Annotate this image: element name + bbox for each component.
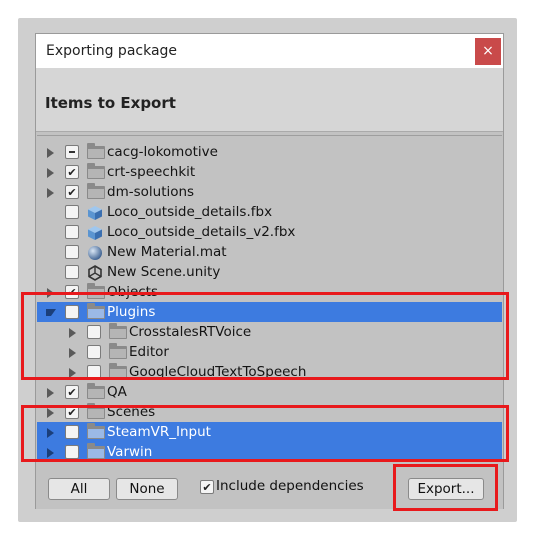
collapsed-arrow-icon[interactable] xyxy=(47,288,54,298)
tree-row[interactable]: cacg-lokomotive xyxy=(37,142,502,162)
tree-item-checkbox[interactable] xyxy=(65,265,79,279)
tree-item-checkbox[interactable] xyxy=(65,165,79,179)
collapsed-arrow-icon[interactable] xyxy=(69,328,76,338)
tree-row[interactable]: QA xyxy=(37,382,502,402)
tree-item-label: Objects xyxy=(107,284,159,300)
collapsed-arrow-icon[interactable] xyxy=(47,188,54,198)
tree-item-checkbox[interactable] xyxy=(87,365,101,379)
folder-icon xyxy=(109,363,127,379)
tree-item-label: SteamVR_Input xyxy=(107,424,211,440)
collapsed-arrow-icon[interactable] xyxy=(47,448,54,458)
select-none-button[interactable]: None xyxy=(116,478,178,500)
export-package-dialog: Exporting package × Items to Export cacg… xyxy=(35,33,504,509)
tree-row[interactable]: Editor xyxy=(37,342,502,362)
tree-item-checkbox[interactable] xyxy=(65,185,79,199)
tree-item-checkbox[interactable] xyxy=(65,145,79,159)
collapsed-arrow-icon[interactable] xyxy=(69,368,76,378)
tree-item-label: CrosstalesRTVoice xyxy=(129,324,252,340)
scene-file-icon xyxy=(87,265,103,281)
folder-icon xyxy=(87,383,105,399)
tree-item-label: QA xyxy=(107,384,127,400)
footer-bar: All None Include dependencies Export... xyxy=(36,461,503,509)
material-file-icon xyxy=(87,245,103,261)
tree-row[interactable]: Objects xyxy=(37,282,502,302)
tree-item-checkbox[interactable] xyxy=(65,205,79,219)
title-bar[interactable]: Exporting package × xyxy=(36,34,503,68)
tree-item-label: New Scene.unity xyxy=(107,264,221,280)
collapsed-arrow-icon[interactable] xyxy=(47,408,54,418)
include-dependencies-label: Include dependencies xyxy=(216,478,364,494)
collapsed-arrow-icon[interactable] xyxy=(47,388,54,398)
model-file-icon xyxy=(87,205,103,221)
folder-icon xyxy=(87,303,105,319)
tree-item-label: Loco_outside_details.fbx xyxy=(107,204,273,220)
tree-row[interactable]: Loco_outside_details.fbx xyxy=(37,202,502,222)
tree-item-label: crt-speechkit xyxy=(107,164,196,180)
export-button[interactable]: Export... xyxy=(408,478,484,500)
close-button[interactable]: × xyxy=(475,38,501,65)
include-dependencies-checkbox[interactable] xyxy=(200,480,214,494)
tree-row[interactable]: SteamVR_Input xyxy=(37,422,502,442)
tree-item-label: dm-solutions xyxy=(107,184,195,200)
collapsed-arrow-icon[interactable] xyxy=(47,428,54,438)
expanded-arrow-icon[interactable] xyxy=(46,309,56,316)
tree-item-checkbox[interactable] xyxy=(65,245,79,259)
tree-item-checkbox[interactable] xyxy=(87,325,101,339)
collapsed-arrow-icon[interactable] xyxy=(47,168,54,178)
tree-item-label: GoogleCloudTextToSpeech xyxy=(129,364,307,380)
header-area: Items to Export xyxy=(36,68,503,132)
tree-item-checkbox[interactable] xyxy=(65,385,79,399)
tree-item-checkbox[interactable] xyxy=(65,445,79,459)
tree-row[interactable]: New Material.mat xyxy=(37,242,502,262)
tree-item-checkbox[interactable] xyxy=(65,285,79,299)
tree-item-label: Loco_outside_details_v2.fbx xyxy=(107,224,296,240)
tree-item-checkbox[interactable] xyxy=(65,225,79,239)
folder-icon xyxy=(87,163,105,179)
folder-icon xyxy=(87,443,105,459)
tree-item-label: Plugins xyxy=(107,304,156,320)
tree-item-label: Editor xyxy=(129,344,169,360)
folder-icon xyxy=(87,403,105,419)
tree-item-label: Varwin xyxy=(107,444,153,460)
collapsed-arrow-icon[interactable] xyxy=(47,148,54,158)
tree-item-label: New Material.mat xyxy=(107,244,227,260)
tree-row[interactable]: Varwin xyxy=(37,442,502,460)
folder-icon xyxy=(87,423,105,439)
tree-row[interactable]: Plugins xyxy=(37,302,502,322)
tree-row[interactable]: New Scene.unity xyxy=(37,262,502,282)
select-all-button[interactable]: All xyxy=(48,478,110,500)
folder-icon xyxy=(109,323,127,339)
tree-row[interactable]: CrosstalesRTVoice xyxy=(37,322,502,342)
tree-item-checkbox[interactable] xyxy=(65,425,79,439)
folder-icon xyxy=(109,343,127,359)
tree-item-label: Scenes xyxy=(107,404,156,420)
folder-icon xyxy=(87,143,105,159)
tree-item-label: cacg-lokomotive xyxy=(107,144,218,160)
tree-item-checkbox[interactable] xyxy=(65,305,79,319)
folder-icon xyxy=(87,283,105,299)
model-file-icon xyxy=(87,225,103,241)
tree-row[interactable]: Loco_outside_details_v2.fbx xyxy=(37,222,502,242)
collapsed-arrow-icon[interactable] xyxy=(69,348,76,358)
tree-row[interactable]: crt-speechkit xyxy=(37,162,502,182)
window-title: Exporting package xyxy=(46,43,178,59)
tree-row[interactable]: GoogleCloudTextToSpeech xyxy=(37,362,502,382)
folder-icon xyxy=(87,183,105,199)
tree-item-checkbox[interactable] xyxy=(87,345,101,359)
asset-tree[interactable]: cacg-lokomotive crt-speechkit dm-solutions… xyxy=(37,135,502,460)
tree-row[interactable]: Scenes xyxy=(37,402,502,422)
tree-item-checkbox[interactable] xyxy=(65,405,79,419)
tree-row[interactable]: dm-solutions xyxy=(37,182,502,202)
items-to-export-heading: Items to Export xyxy=(45,94,176,112)
